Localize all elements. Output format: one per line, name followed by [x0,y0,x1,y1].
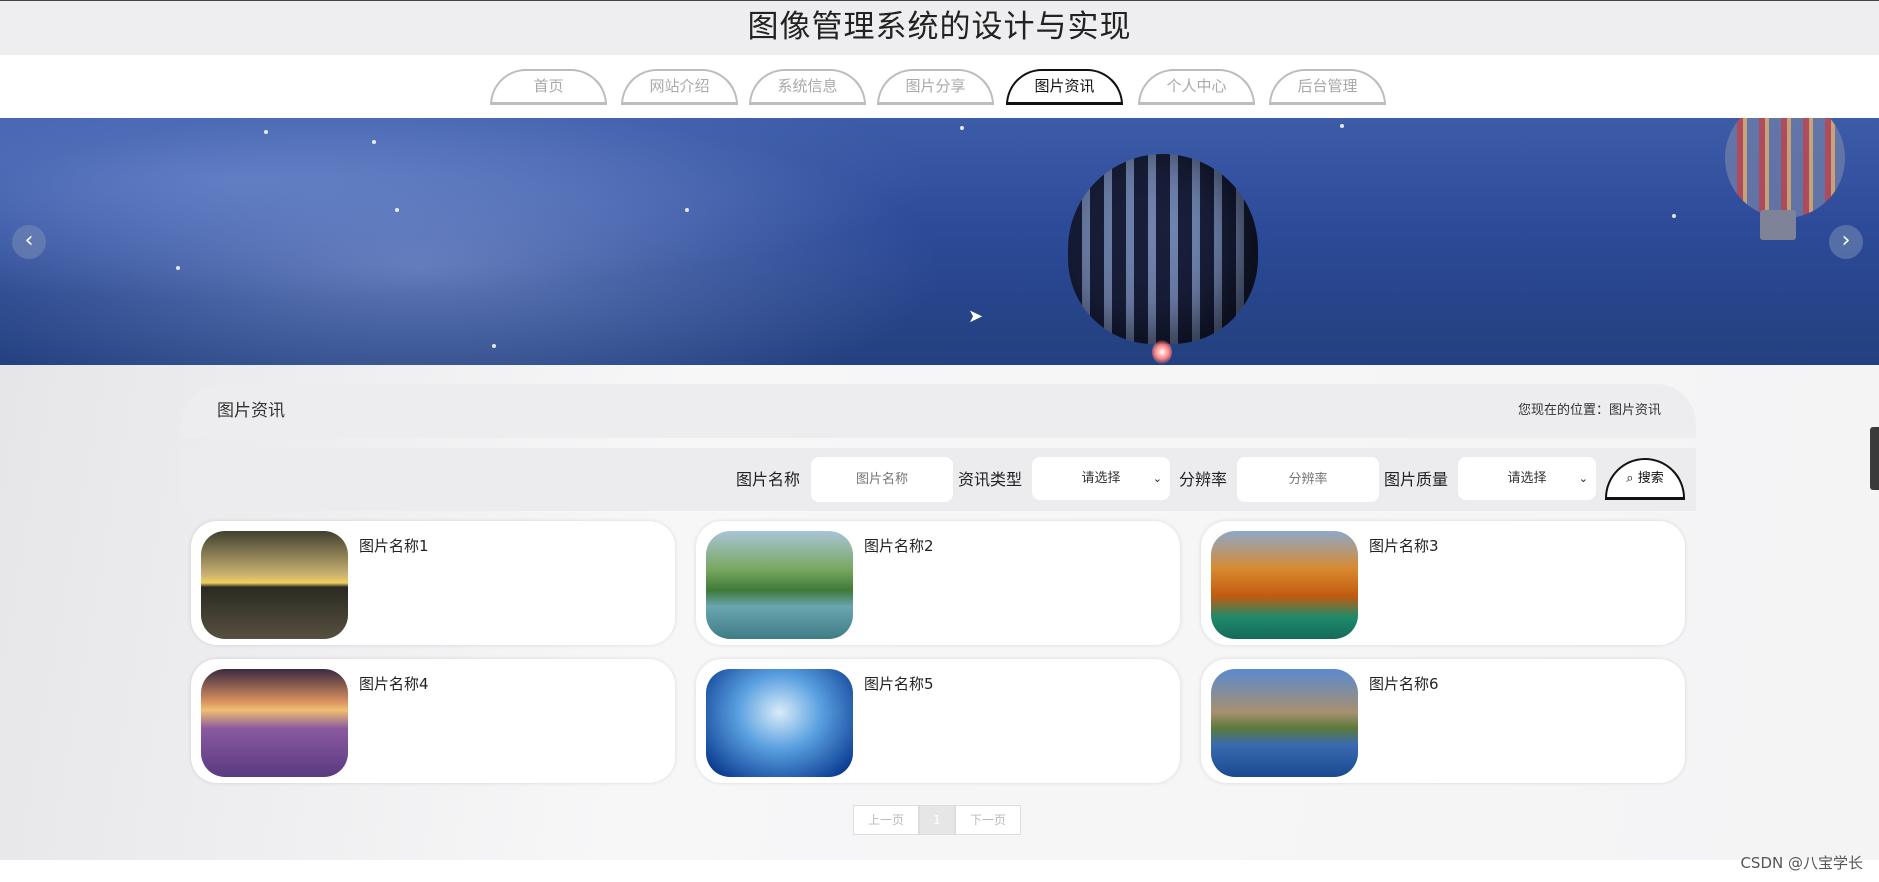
search-button-label: 搜索 [1637,471,1664,486]
news-thumbnail[interactable] [1211,669,1358,777]
star [960,126,964,130]
breadcrumb-prefix: 您现在的位置： [1517,403,1609,418]
star [395,208,399,212]
news-card[interactable]: 图片名称1 [191,521,675,645]
search-bar: 图片名称 资讯类型 请选择 ⌄ 分辨率 图片质量 请选择 ⌄ ⌕ 搜索 [181,448,1696,511]
news-card[interactable]: 图片名称3 [1201,521,1685,645]
main-nav: 首页 网站介绍 系统信息 图片分享 图片资讯 个人中心 后台管理 [0,55,1879,118]
site-title: 图像管理系统的设计与实现 [747,9,1132,45]
site-header: 图像管理系统的设计与实现 [0,0,1879,55]
watermark: CSDN @八宝学长 [1740,854,1863,872]
chevron-down-icon: ⌄ [1578,472,1588,485]
news-title[interactable]: 图片名称5 [864,673,934,694]
nav-item-admin[interactable]: 后台管理 [1269,69,1386,105]
side-scroll-handle[interactable] [1870,427,1879,490]
star [372,140,376,144]
news-card[interactable]: 图片名称5 [696,659,1180,783]
search-button[interactable]: ⌕ 搜索 [1605,458,1685,500]
chevron-left-icon: ‹ [24,228,34,253]
nav-item-about[interactable]: 网站介绍 [621,69,738,105]
nav-item-profile[interactable]: 个人中心 [1138,69,1255,105]
chevron-down-icon: ⌄ [1152,472,1162,485]
star [1340,124,1344,128]
news-card[interactable]: 图片名称6 [1201,659,1685,783]
star [1672,214,1676,218]
star [492,344,496,348]
star [264,130,268,134]
breadcrumb-current[interactable]: 图片资讯 [1609,403,1661,418]
balloon-basket [1760,210,1796,240]
hot-air-balloon-image [1068,154,1258,344]
resolution-input[interactable] [1237,457,1379,502]
type-select[interactable]: 请选择 ⌄ [1032,457,1170,500]
quality-label: 图片质量 [1384,470,1449,489]
carousel-next-button[interactable]: › [1829,225,1863,259]
quality-select[interactable]: 请选择 ⌄ [1458,457,1596,500]
star [176,266,180,270]
quality-select-value: 请选择 [1507,471,1547,486]
hero-banner [0,118,1879,365]
search-icon: ⌕ [1626,471,1634,486]
balloon-flame [1152,340,1172,364]
news-title[interactable]: 图片名称6 [1369,673,1439,694]
news-card[interactable]: 图片名称4 [191,659,675,783]
news-title[interactable]: 图片名称4 [359,673,429,694]
breadcrumb: 您现在的位置：图片资讯 [1518,384,1661,438]
section-title: 图片资讯 [217,401,285,421]
type-select-value: 请选择 [1081,471,1121,486]
section-header: 图片资讯 您现在的位置：图片资讯 [181,384,1696,438]
nav-item-image-share[interactable]: 图片分享 [877,69,994,105]
prev-page-button[interactable]: 上一页 [853,805,919,835]
name-input[interactable] [811,457,953,502]
type-label: 资讯类型 [958,470,1023,489]
news-thumbnail[interactable] [1211,531,1358,639]
news-thumbnail[interactable] [201,669,348,777]
mouse-cursor-icon: ➤ [968,306,984,327]
chevron-right-icon: › [1841,228,1851,253]
news-thumbnail[interactable] [706,669,853,777]
next-page-button[interactable]: 下一页 [955,805,1021,835]
carousel-prev-button[interactable]: ‹ [12,225,46,259]
news-thumbnail[interactable] [201,531,348,639]
resolution-label: 分辨率 [1179,470,1228,489]
star [685,208,689,212]
name-label: 图片名称 [736,470,801,489]
news-title[interactable]: 图片名称3 [1369,535,1439,556]
nav-item-system-info[interactable]: 系统信息 [749,69,866,105]
nav-item-image-news[interactable]: 图片资讯 [1006,69,1123,105]
nav-item-home[interactable]: 首页 [490,69,607,105]
page-number-current[interactable]: 1 [919,805,955,835]
news-title[interactable]: 图片名称1 [359,535,429,556]
hot-air-balloon-image [1725,118,1845,218]
news-card[interactable]: 图片名称2 [696,521,1180,645]
news-title[interactable]: 图片名称2 [864,535,934,556]
news-thumbnail[interactable] [706,531,853,639]
